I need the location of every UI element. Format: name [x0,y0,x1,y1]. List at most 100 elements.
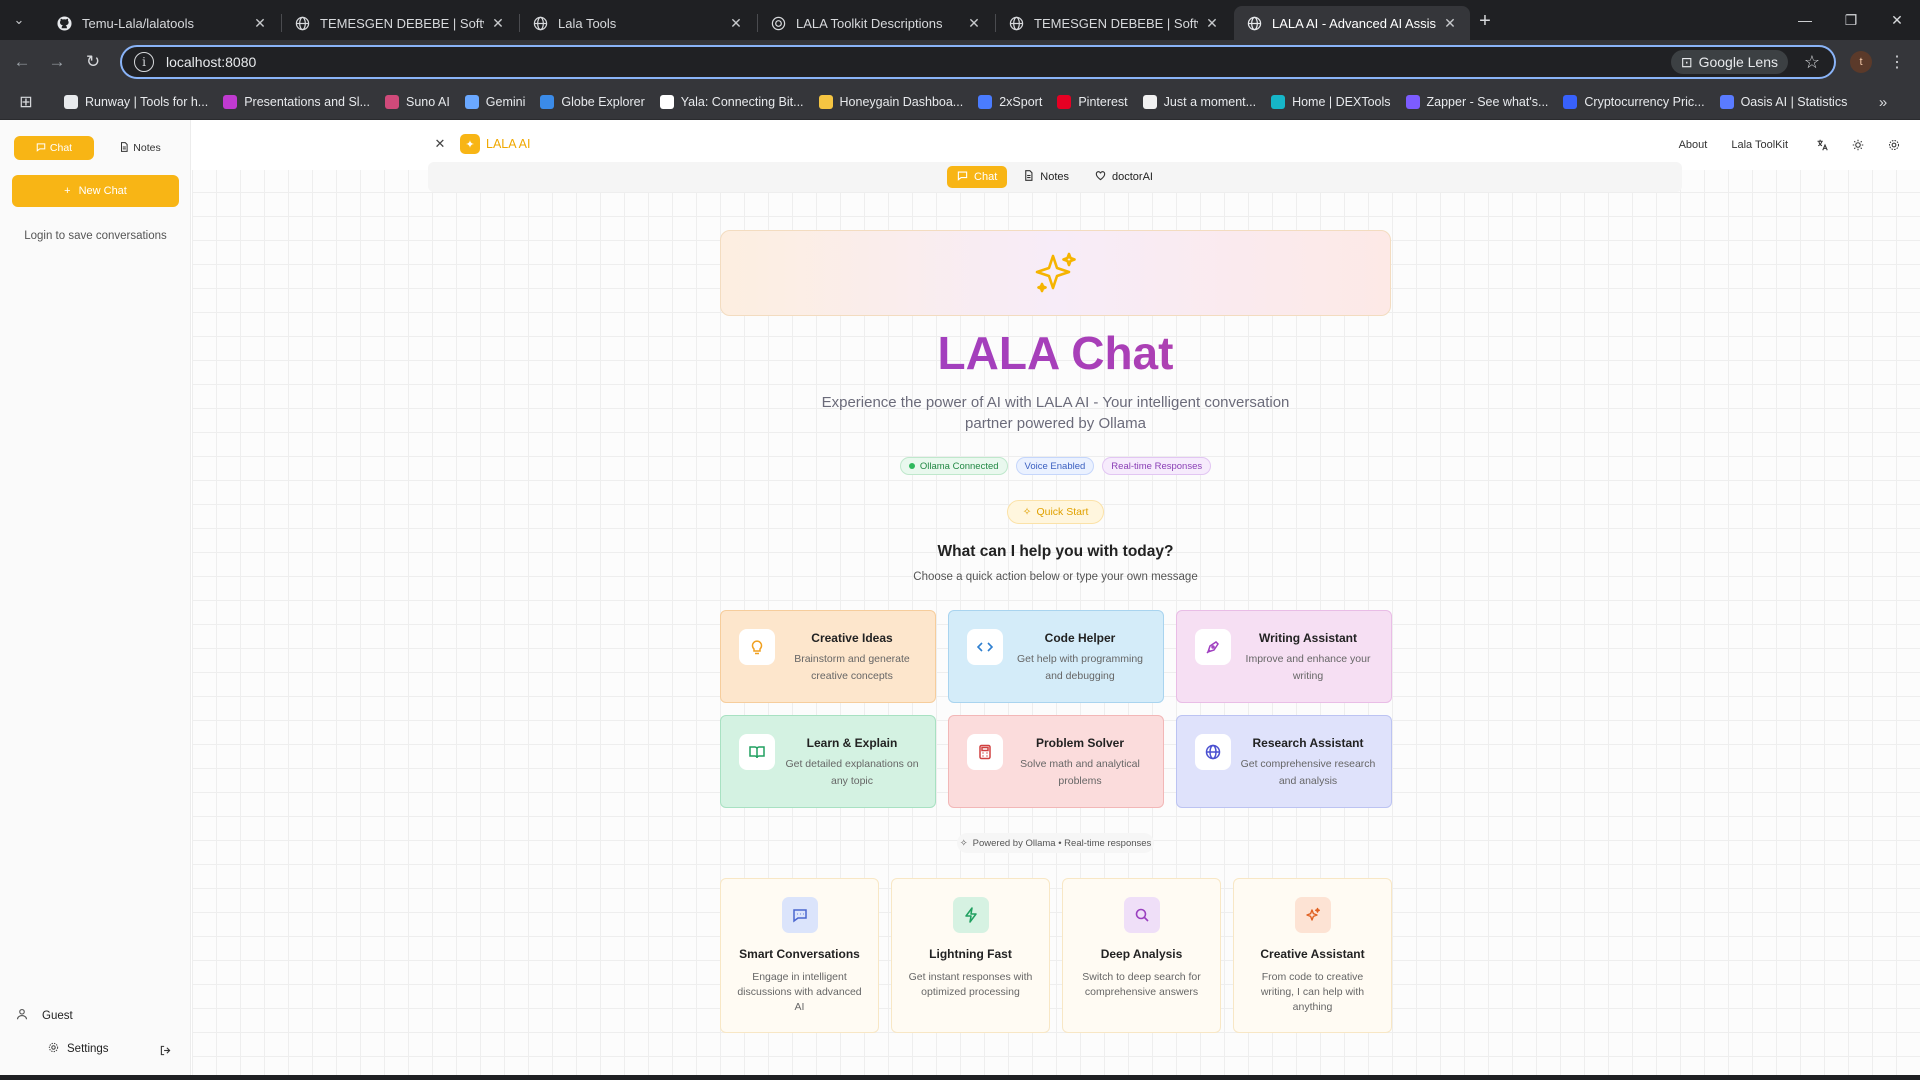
tab-title: LALA Toolkit Descriptions [796,15,943,31]
settings-gear-icon[interactable] [1884,135,1904,155]
browser-tab-active[interactable]: LALA AI - Advanced AI Assistan ✕ [1234,6,1470,40]
browser-tab-2[interactable]: TEMESGEN DEBEBE | Software E ✕ [282,6,518,40]
action-description: Improve and enhance your writing [1245,653,1371,682]
badge-label: Real-time Responses [1111,460,1203,472]
action-title: Research Assistant [1252,736,1364,750]
action-title: Problem Solver [1035,736,1125,750]
new-chat-button[interactable]: + New Chat [12,175,179,207]
bookmark-item[interactable]: Pinterest [1055,89,1134,115]
bookmark-item[interactable]: Oasis AI | Statistics [1718,89,1855,115]
browser-tab-5[interactable]: TEMESGEN DEBEBE | Software E ✕ [996,6,1232,40]
bookmark-item[interactable]: Presentations and Sl... [221,89,377,115]
about-link[interactable]: About [1679,139,1708,151]
close-icon[interactable]: ✕ [966,15,982,31]
back-arrow-icon[interactable]: ← [8,48,36,76]
bookmark-item[interactable]: Just a moment... [1141,89,1263,115]
mode-tab-doctorai[interactable]: doctorAI [1085,166,1163,188]
close-icon[interactable]: ✕ [728,15,744,31]
globe-icon [532,15,548,31]
feature-card-deep-analysis: Deep Analysis Switch to deep search for … [1062,878,1221,1033]
action-description: Solve math and analytical problems [1020,758,1140,787]
lala-toolkit-link[interactable]: Lala ToolKit [1731,139,1788,151]
mode-tab-chat[interactable]: Chat [947,166,1008,188]
site-info-icon[interactable]: i [134,52,154,72]
status-badge-realtime: Real-time Responses [1102,457,1212,475]
minimize-icon[interactable]: — [1782,6,1828,34]
action-card-research-assistant[interactable]: Research Assistant Get comprehensive res… [1176,715,1392,808]
action-description: Get help with programming and debugging [1016,653,1144,682]
apps-grid-icon[interactable]: ⊞ [16,92,36,112]
bookmark-favicon-icon [1719,95,1734,109]
close-icon[interactable]: ✕ [1204,15,1220,31]
action-card-problem-solver[interactable]: Problem Solver Solve math and analytical… [948,715,1164,808]
sparkle-logo-icon: ✦ [460,134,480,154]
browser-menu-icon[interactable]: ⋮ [1884,49,1910,75]
action-card-code-helper[interactable]: Code Helper Get help with programming an… [948,610,1164,703]
profile-avatar[interactable]: t [1850,51,1872,73]
bookmark-favicon-icon [978,95,993,109]
bookmark-item[interactable]: Honeygain Dashboa... [817,89,971,115]
translate-icon[interactable] [1812,135,1832,155]
restore-icon[interactable]: ❐ [1828,6,1874,34]
globe-icon [1008,15,1024,31]
login-note: Login to save conversations [24,230,167,242]
action-title: Code Helper [1044,631,1116,645]
bookmark-label: Yala: Connecting Bit... [680,95,804,109]
browser-tab-4[interactable]: LALA Toolkit Descriptions ✕ [758,6,994,40]
bookmark-item[interactable]: Cryptocurrency Pric... [1561,89,1711,115]
close-icon[interactable]: ✕ [252,15,268,31]
tab-search-chevron-icon[interactable]: ⌄ [6,7,32,33]
quick-start-label: Quick Start [1036,506,1089,518]
feature-title: Deep Analysis [1100,947,1183,961]
action-card-learn-explain[interactable]: Learn & Explain Get detailed explanation… [720,715,936,808]
url-input[interactable] [166,54,1466,70]
sparkles-icon [1035,252,1076,293]
mode-tab-notes[interactable]: Notes [1013,166,1079,188]
bookmark-item[interactable]: Suno AI [383,89,457,115]
logout-icon[interactable] [157,1042,173,1058]
bookmark-item[interactable]: Yala: Connecting Bit... [658,89,811,115]
brand[interactable]: ✦ LALA AI [460,134,530,154]
book-icon [739,734,775,770]
new-tab-button[interactable]: + [1472,8,1498,34]
bookmark-star-icon[interactable]: ☆ [1800,50,1824,74]
tab-title: LALA AI - Advanced AI Assistan [1272,15,1436,31]
window-close-icon[interactable]: ✕ [1874,6,1920,34]
bookmark-item[interactable]: Zapper - See what's... [1404,89,1556,115]
user-profile[interactable]: Guest [16,1008,73,1023]
badge-label: Voice Enabled [1024,460,1086,472]
sidebar-tab-notes[interactable]: Notes [100,136,180,160]
sidebar-tab-chat[interactable]: Chat [14,136,94,160]
google-lens-button[interactable]: ⊡ Google Lens [1670,50,1788,74]
settings-button[interactable]: Settings [48,1042,109,1056]
bookmark-item[interactable]: 2xSport [976,89,1049,115]
reload-icon[interactable]: ↻ [79,48,107,76]
bookmark-item[interactable]: Gemini [463,89,533,115]
bookmark-item[interactable]: Globe Explorer [538,89,651,115]
close-icon[interactable]: ✕ [490,15,506,31]
forward-arrow-icon[interactable]: → [43,48,71,76]
globe-icon [1195,734,1231,770]
close-icon[interactable]: ✕ [1442,15,1458,31]
address-bar[interactable]: i ⊡ Google Lens ☆ [120,45,1836,79]
action-description: Get detailed explanations on any topic [785,758,919,787]
action-card-writing-assistant[interactable]: Writing Assistant Improve and enhance yo… [1176,610,1392,703]
sun-icon[interactable] [1848,135,1868,155]
features-grid: Smart Conversations Engage in intelligen… [720,878,1392,1033]
action-card-creative-ideas[interactable]: Creative Ideas Brainstorm and generate c… [720,610,936,703]
feature-title: Smart Conversations [739,947,860,961]
bookmark-favicon-icon [1057,95,1072,109]
document-icon [1023,170,1034,184]
browser-tab-1[interactable]: Temu-Lala/lalatools ✕ [44,6,280,40]
bookmark-item[interactable]: Home | DEXTools [1269,89,1397,115]
new-chat-label: New Chat [78,185,127,197]
bookmark-label: Cryptocurrency Pric... [1584,95,1705,109]
feature-description: Switch to deep search for comprehensive … [1082,971,1201,998]
more-bookmarks-icon[interactable]: » [1872,92,1894,112]
bookmark-item[interactable]: Runway | Tools for h... [62,89,215,115]
close-sidebar-icon[interactable]: ✕ [433,136,447,151]
heart-icon [1095,170,1106,184]
help-title: What can I help you with today? [937,543,1174,560]
bookmark-label: Gemini [485,95,526,109]
browser-tab-3[interactable]: Lala Tools ✕ [520,6,756,40]
